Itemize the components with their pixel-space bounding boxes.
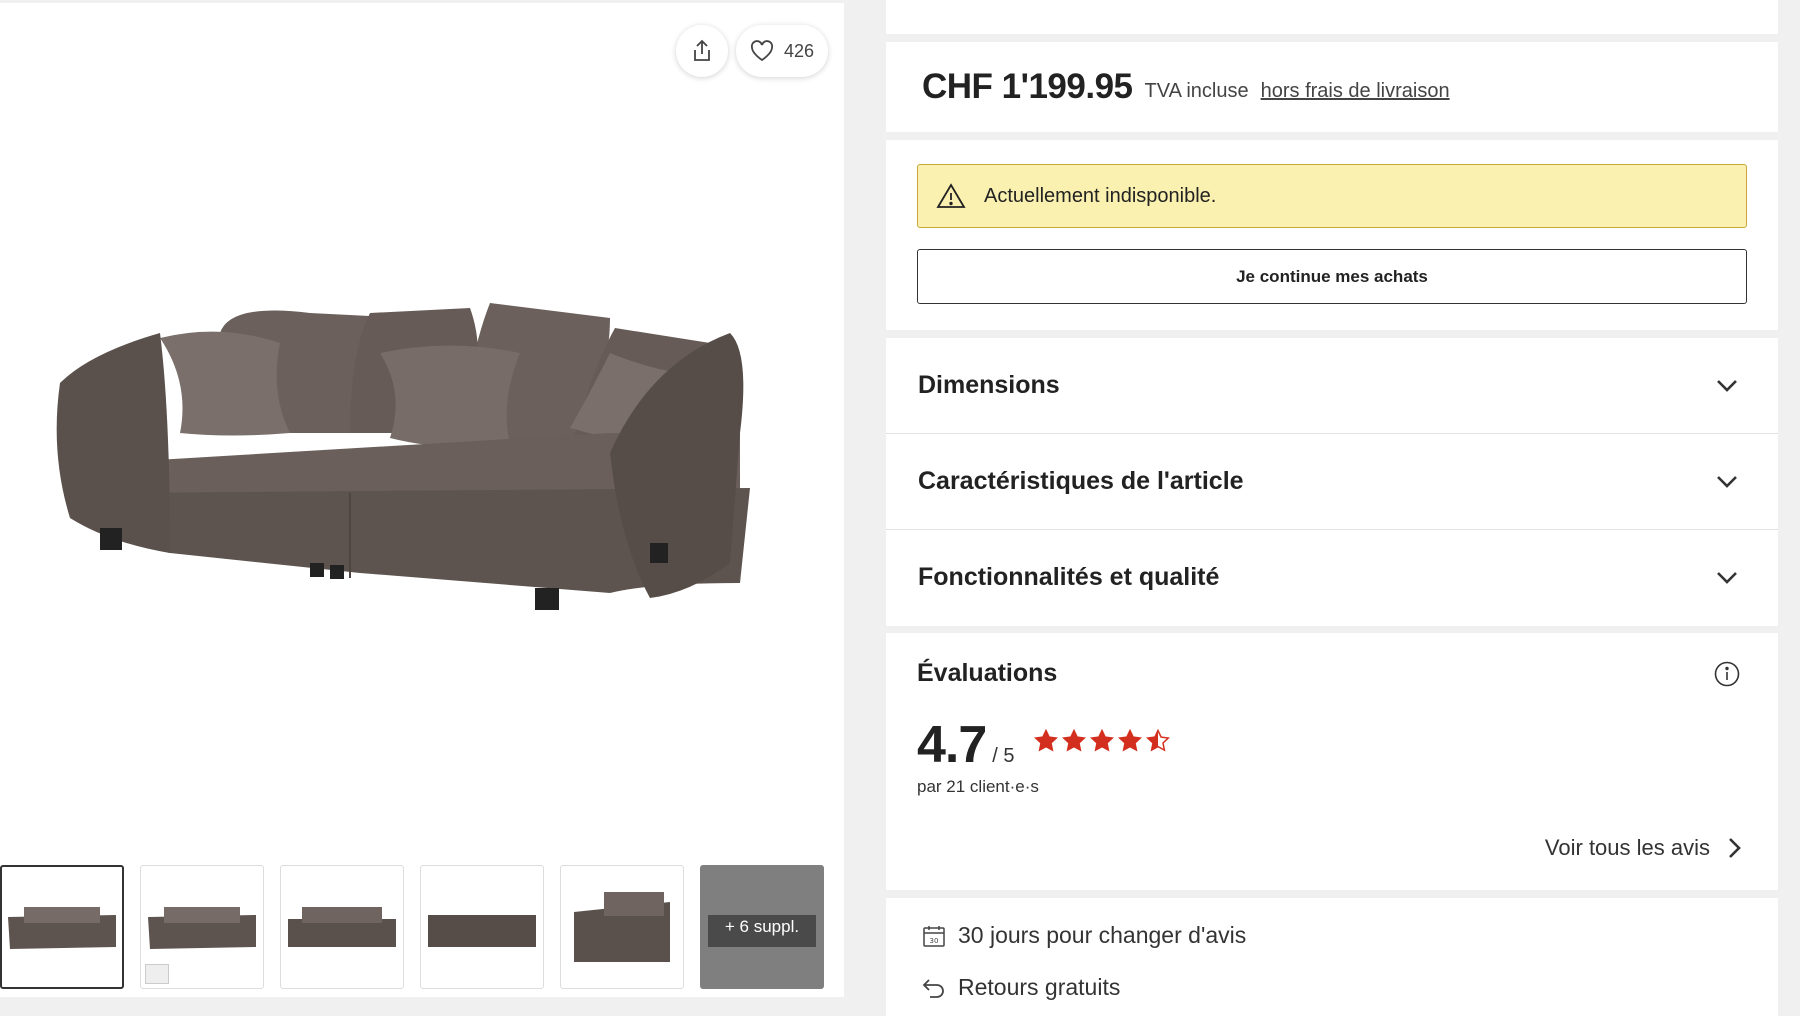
accordion-characteristics[interactable]: Caractéristiques de l'article	[886, 434, 1778, 530]
perk-label: 30 jours pour changer d'avis	[958, 922, 1247, 948]
perk-label: Retours gratuits	[958, 974, 1121, 1000]
calendar-icon: 30	[923, 925, 945, 947]
accordion-label: Fonctionnalités et qualité	[918, 563, 1220, 591]
accordion-label: Caractéristiques de l'article	[918, 467, 1244, 495]
rating-score: 4.7 / 5	[917, 715, 1015, 775]
thumbnail-strip: + 6 suppl.	[0, 865, 824, 989]
top-card	[886, 0, 1778, 34]
review-count: par 21 client·e·s	[917, 777, 1039, 796]
details-accordion: Dimensions Caractéristiques de l'article…	[886, 338, 1778, 626]
delivery-costs-link[interactable]: hors frais de livraison	[1261, 80, 1450, 103]
alert-text: Actuellement indisponible.	[984, 184, 1217, 207]
accordion-dimensions[interactable]: Dimensions	[886, 338, 1778, 434]
chevron-down-icon	[1717, 475, 1737, 488]
see-all-reviews-label: Voir tous les avis	[1544, 835, 1710, 860]
product-price: CHF 1'199.95	[922, 67, 1133, 106]
wishlist-button[interactable]: 426	[735, 25, 828, 77]
svg-text:30: 30	[930, 937, 939, 945]
sofa-thumbnail-image	[574, 892, 670, 962]
thumbnail-5[interactable]	[560, 865, 684, 989]
chevron-down-icon	[1717, 571, 1737, 584]
star-icon	[1062, 729, 1086, 752]
tax-note: TVA incluse	[1144, 79, 1249, 102]
main-product-image[interactable]: 426	[0, 3, 844, 853]
star-icon	[1118, 729, 1142, 752]
return-arrow-icon	[922, 978, 944, 998]
star-icon	[1090, 729, 1114, 752]
unavailable-alert: Actuellement indisponible.	[917, 164, 1747, 228]
rating-scale: / 5	[992, 745, 1015, 767]
sofa-thumbnail-image	[8, 907, 116, 949]
accordion-features-quality[interactable]: Fonctionnalités et qualité	[886, 530, 1778, 625]
accordion-label: Dimensions	[918, 371, 1060, 399]
see-all-reviews-link[interactable]: Voir tous les avis	[1545, 835, 1742, 861]
image-icon	[145, 964, 169, 984]
thumbnail-2[interactable]	[140, 865, 264, 989]
heart-icon	[750, 40, 773, 62]
sofa-thumbnail-image	[148, 907, 256, 949]
warning-icon	[936, 183, 966, 208]
image-actions: 426	[675, 25, 828, 77]
share-button[interactable]	[675, 25, 728, 77]
perks-card: 30 30 jours pour changer d'avis Retours …	[886, 898, 1778, 1016]
chevron-down-icon	[1717, 379, 1737, 392]
thumbnail-1[interactable]	[0, 865, 124, 989]
sofa-thumbnail-image	[428, 915, 536, 947]
price-card: CHF 1'199.95 TVA incluse hors frais de l…	[886, 42, 1778, 132]
sofa-image	[56, 303, 750, 610]
wishlist-count: 426	[783, 40, 814, 61]
thumbnail-3[interactable]	[280, 865, 404, 989]
rating-value: 4.7	[917, 716, 987, 774]
thumbnail-4[interactable]	[420, 865, 544, 989]
sofa-thumbnail-image	[288, 907, 396, 947]
more-images-thumbnail[interactable]: + 6 suppl.	[700, 865, 824, 989]
info-icon[interactable]	[1714, 661, 1740, 687]
star-icon	[1034, 729, 1058, 752]
reviews-card: Évaluations 4.7 / 5 par 21 client·e·s Vo…	[886, 633, 1778, 890]
availability-card: Actuellement indisponible. Je continue m…	[886, 140, 1778, 330]
continue-shopping-button[interactable]: Je continue mes achats	[917, 249, 1747, 304]
star-icon	[1146, 729, 1170, 752]
rating-stars	[1034, 729, 1170, 753]
more-images-label: + 6 suppl.	[724, 917, 800, 936]
reviews-title: Évaluations	[917, 659, 1058, 687]
product-gallery: 426 + 6 suppl.	[0, 3, 844, 997]
perk-return-period: 30 30 jours pour changer d'avis	[922, 922, 1246, 949]
share-icon	[694, 39, 710, 61]
chevron-right-icon	[1729, 838, 1741, 858]
perk-free-returns: Retours gratuits	[922, 974, 1120, 1001]
